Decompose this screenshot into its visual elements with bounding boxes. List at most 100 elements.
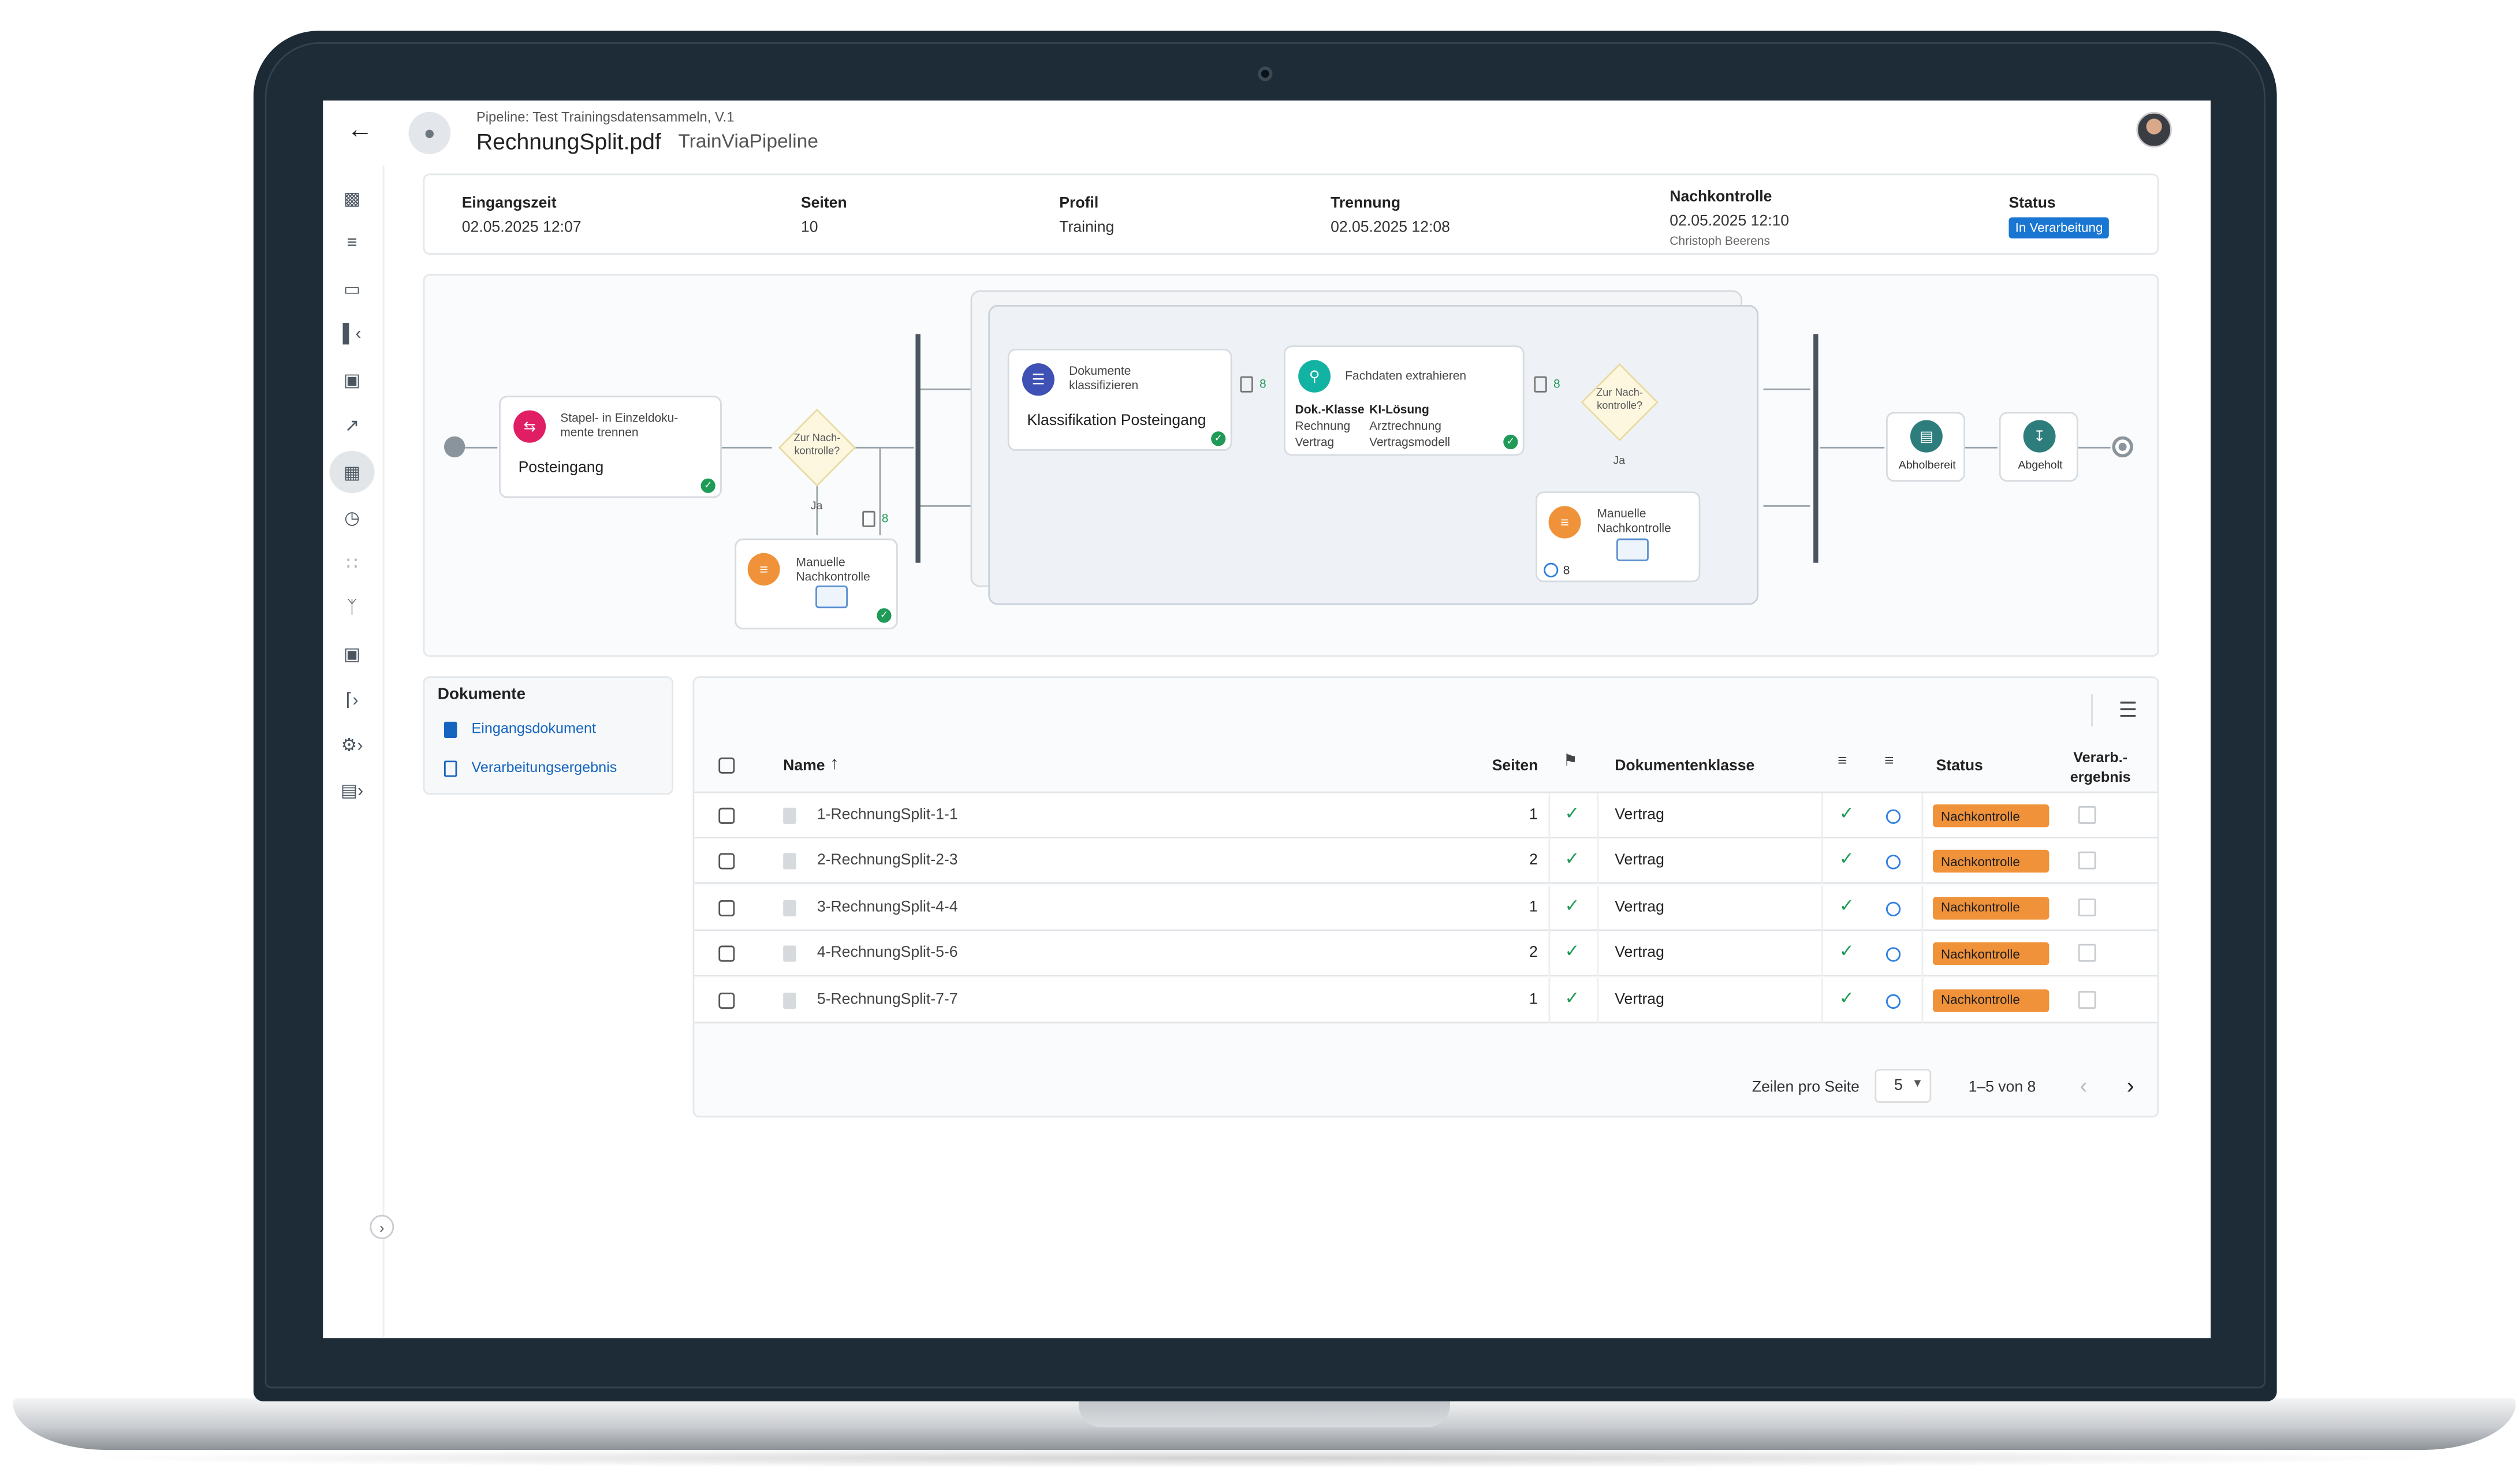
money-icon[interactable]: ▣ [339, 367, 365, 393]
back-arrow-icon[interactable]: ← [347, 117, 373, 146]
table-row[interactable]: 2-RechnungSplit-2-3 2 ✓ Vertrag ✓ Nachko… [694, 839, 2157, 885]
result-icon[interactable] [2078, 990, 2096, 1008]
extract-node[interactable]: ⚲ Fachdaten extrahieren Dok.-Klasse KI-L… [1283, 345, 1525, 456]
row-checkbox[interactable] [718, 900, 735, 916]
split-title: Stapel- in Einzeldoku- mente trennen [560, 410, 679, 440]
app-screen: ← ● Pipeline: Test Trainingsdatensammeln… [323, 100, 2211, 1338]
info-card: Eingangszeit 02.05.2025 12:07 Seiten 10 … [423, 173, 2159, 255]
table-row[interactable]: 5-RechnungSplit-7-7 1 ✓ Vertrag ✓ Nachko… [694, 977, 2157, 1023]
select-all-checkbox[interactable] [718, 757, 735, 774]
status-badge: Nachkontrolle [1933, 989, 2050, 1012]
doc-count-icon-1 [862, 510, 875, 527]
row-checkbox[interactable] [718, 807, 735, 824]
code-icon[interactable]: ⌈› [339, 686, 365, 712]
trennung-label: Trennung [1331, 195, 1401, 212]
document-icon [783, 807, 796, 824]
split-node[interactable]: ⇆ Stapel- in Einzeldoku- mente trennen P… [499, 396, 722, 498]
extract-row1-col2: Arztrechnung [1369, 418, 1441, 433]
extract-title: Fachdaten extrahieren [1345, 368, 1467, 383]
clock-icon[interactable]: ◷ [339, 505, 365, 531]
row-divider [1821, 839, 1823, 885]
col-seiten[interactable]: Seiten [1492, 758, 1538, 775]
row-checkbox[interactable] [718, 991, 735, 1008]
result-icon[interactable] [2078, 806, 2096, 824]
abgeholt-label: Abgeholt [2018, 460, 2063, 472]
row-checkbox[interactable] [718, 853, 735, 870]
status-badge: Nachkontrolle [1933, 896, 2050, 920]
col-verarbeitungsergebnis[interactable]: Verarb.- ergebnis [2070, 748, 2131, 786]
row-divider [1548, 977, 1551, 1023]
classify-check-icon: ✓ [1564, 850, 1580, 870]
pipeline-label: Pipeline: Test Trainingsdatensammeln, V.… [476, 109, 735, 125]
rows-per-page-select[interactable]: 5 ▼ [1875, 1068, 1932, 1103]
row-klasse: Vertrag [1615, 806, 1664, 824]
user-avatar[interactable] [2136, 111, 2172, 148]
trending-icon[interactable]: ↗ [339, 412, 365, 438]
prev-page-button[interactable]: ‹ [2080, 1072, 2088, 1098]
end-node [2112, 436, 2133, 458]
row-checkbox[interactable] [718, 946, 735, 963]
document-icon [783, 991, 796, 1008]
verarbeitungsergebnis-link[interactable]: Verarbeitungsergebnis [471, 759, 617, 775]
toolbox-icon[interactable]: ▣ [339, 640, 365, 666]
profil-value: Training [1059, 219, 1115, 237]
manual-title-2: Manuelle Nachkontrolle [1597, 506, 1671, 535]
sort-arrow-up-icon[interactable]: ↑ [830, 754, 839, 774]
doc-count-1: 8 [881, 510, 889, 526]
extract-row2-col1: Vertrag [1295, 434, 1335, 450]
filter-icon[interactable]: ☰ [2119, 698, 2138, 724]
row-seiten: 1 [1529, 990, 1538, 1008]
fork-icon[interactable]: ᛉ [339, 595, 365, 621]
classify-icon: ☰ [1022, 363, 1054, 396]
checklist-icon[interactable]: ≡ [339, 230, 365, 256]
documents-table-card: ☰ Name ↑ Seiten ⚑ Dokumentenklasse ≡ ≡ S… [692, 676, 2159, 1118]
col-name[interactable]: Name [783, 758, 825, 775]
result-icon[interactable] [2078, 944, 2096, 963]
documents-icon[interactable]: ▩ [339, 185, 365, 211]
row-klasse: Vertrag [1615, 944, 1664, 963]
row-name[interactable]: 5-RechnungSplit-7-7 [817, 990, 958, 1008]
table-row[interactable]: 4-RechnungSplit-5-6 2 ✓ Vertrag ✓ Nachko… [694, 931, 2157, 977]
avatar-placeholder: ● [408, 111, 451, 154]
inbox-icon[interactable]: ▭ [339, 275, 365, 301]
gear-icon[interactable]: ⚙› [339, 732, 365, 758]
abholbereit-node[interactable]: ▤ Abholbereit [1885, 412, 1965, 482]
computer-user-icon [815, 585, 848, 609]
classify-check-icon: ✓ [1564, 942, 1580, 963]
row-name[interactable]: 2-RechnungSplit-2-3 [817, 852, 958, 870]
table-row[interactable]: 3-RechnungSplit-4-4 1 ✓ Vertrag ✓ Nachko… [694, 885, 2157, 931]
row-divider [1597, 885, 1599, 931]
result-icon[interactable] [2078, 852, 2096, 870]
terminal-icon[interactable]: ▤› [339, 777, 365, 803]
status-badge: In Verarbeitung [2009, 217, 2110, 238]
result-icon[interactable] [2078, 898, 2096, 916]
expand-sidebar-button[interactable]: › [370, 1214, 394, 1239]
extract-check-icon: ✓ [1839, 942, 1854, 963]
row-name[interactable]: 4-RechnungSplit-5-6 [817, 944, 958, 962]
row-name[interactable]: 1-RechnungSplit-1-1 [817, 806, 958, 824]
classify-node[interactable]: ☰ Dokumente klassifizieren Klassifikatio… [1007, 348, 1232, 451]
next-page-button[interactable]: › [2127, 1072, 2134, 1098]
row-seiten: 1 [1529, 806, 1538, 824]
extract-row1-col1: Rechnung [1295, 418, 1351, 433]
doc-count-icon-3 [1534, 376, 1547, 393]
row-name[interactable]: 3-RechnungSplit-4-4 [817, 898, 958, 916]
manual-review-node-2[interactable]: ≡ Manuelle Nachkontrolle 8 [1536, 491, 1701, 583]
manual-review-icon: ≡ [747, 553, 780, 586]
row-divider [1548, 793, 1551, 839]
extract-col-icon: ≡ [1838, 752, 1847, 771]
pdf-document-icon[interactable]: ▦ [339, 459, 365, 485]
table-row[interactable]: 1-RechnungSplit-1-1 1 ✓ Vertrag ✓ Nachko… [694, 793, 2157, 839]
manual-review-node-1[interactable]: ≡ Manuelle Nachkontrolle ✓ [735, 538, 898, 629]
abgeholt-node[interactable]: ↧ Abgeholt [1999, 412, 2078, 482]
bar-chart-icon[interactable]: ▌‹ [339, 321, 365, 347]
grid-dots-icon[interactable]: ∷ [339, 550, 365, 576]
success-check-icon: ✓ [1503, 434, 1518, 450]
document-icon [783, 946, 796, 963]
col-dokumentenklasse[interactable]: Dokumentenklasse [1615, 758, 1754, 775]
col-status[interactable]: Status [1936, 758, 1983, 775]
eingangsdokument-link[interactable]: Eingangsdokument [471, 720, 595, 736]
extract-row2-col2: Vertragsmodell [1369, 434, 1451, 450]
documents-card: Dokumente Eingangsdokument Verarbeitungs… [423, 676, 674, 795]
document-icon [783, 900, 796, 916]
